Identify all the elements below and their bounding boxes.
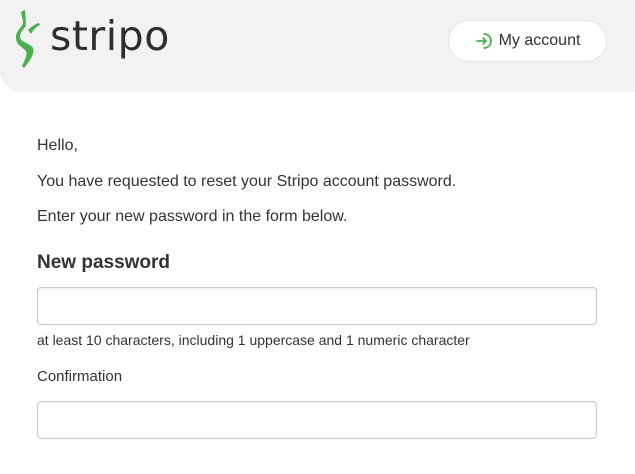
instruction-text: Enter your new password in the form belo… <box>37 208 348 225</box>
new-password-heading: New password <box>37 252 171 273</box>
stripo-logo[interactable]: stripo <box>15 10 170 70</box>
header: stripo My account <box>0 0 635 92</box>
stripo-bolt-icon <box>15 10 40 68</box>
greeting-text: Hello, <box>37 137 78 154</box>
my-account-button[interactable]: My account <box>448 20 607 62</box>
password-requirements-hint: at least 10 characters, including 1 uppe… <box>37 332 470 348</box>
sign-in-icon <box>475 33 492 49</box>
confirmation-input[interactable] <box>37 401 597 439</box>
my-account-label: My account <box>498 32 581 49</box>
logo-text: stripo <box>50 12 170 60</box>
new-password-input[interactable] <box>37 287 597 325</box>
confirmation-label: Confirmation <box>37 368 123 385</box>
reset-request-text: You have requested to reset your Stripo … <box>37 173 457 190</box>
